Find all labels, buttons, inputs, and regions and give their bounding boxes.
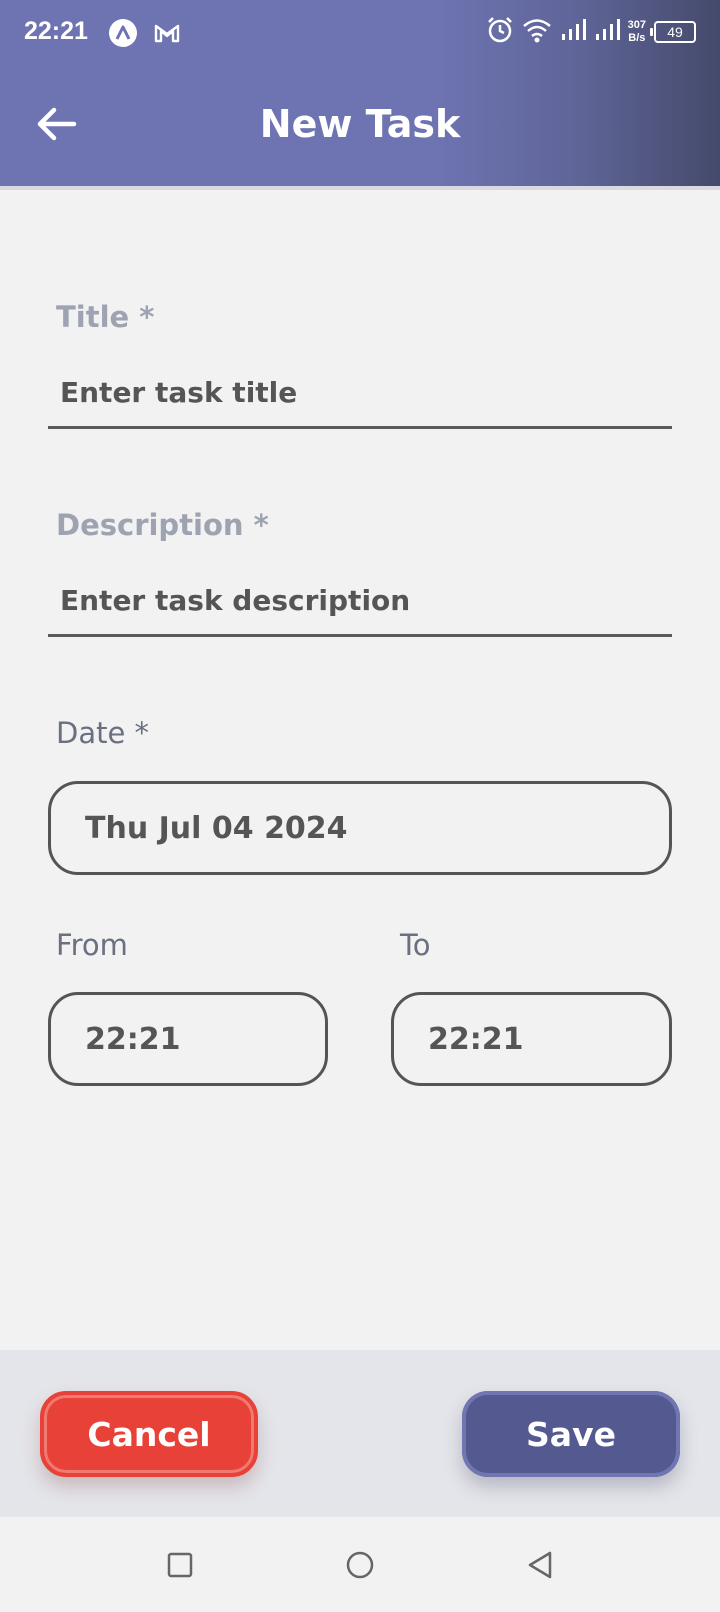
to-time-value: 22:21	[428, 1021, 524, 1057]
signal-icon	[560, 18, 586, 46]
status-time: 22:21	[24, 17, 88, 45]
page-title: New Task	[259, 102, 461, 146]
date-label: Date *	[56, 716, 150, 750]
recents-button[interactable]	[162, 1547, 198, 1583]
signal-icon-2	[594, 18, 620, 46]
to-time-field[interactable]: 22:21	[391, 992, 672, 1086]
date-field[interactable]: Thu Jul 04 2024	[48, 781, 672, 875]
description-label: Description *	[56, 508, 269, 542]
nav-back-button[interactable]	[522, 1547, 558, 1583]
app-header: 22:21 307 B/s 49 New Task	[0, 0, 720, 190]
from-time-field[interactable]: 22:21	[48, 992, 328, 1086]
cancel-button[interactable]: Cancel	[40, 1391, 258, 1477]
to-label: To	[400, 928, 431, 962]
alarm-icon	[486, 16, 514, 48]
home-button[interactable]	[342, 1547, 378, 1583]
description-input[interactable]	[48, 567, 672, 637]
network-speed: 307 B/s	[628, 19, 646, 45]
title-input[interactable]	[48, 359, 672, 429]
from-label: From	[56, 928, 128, 962]
save-button[interactable]: Save	[462, 1391, 680, 1477]
network-speed-unit: B/s	[628, 32, 646, 44]
wifi-icon	[522, 17, 552, 47]
gmail-icon	[152, 18, 182, 52]
status-icons-left	[108, 18, 182, 52]
status-bar: 22:21 307 B/s 49	[0, 0, 720, 66]
save-button-label: Save	[526, 1414, 616, 1454]
home-circle-icon	[342, 1551, 378, 1587]
back-triangle-icon	[522, 1551, 558, 1587]
cancel-button-label: Cancel	[87, 1414, 211, 1454]
status-icons-right: 307 B/s 49	[486, 16, 696, 48]
from-time-value: 22:21	[85, 1021, 181, 1057]
recents-square-icon	[162, 1552, 198, 1587]
app-a-icon	[108, 18, 138, 52]
battery-indicator: 49	[650, 21, 696, 43]
network-speed-value: 307	[627, 19, 646, 31]
date-value: Thu Jul 04 2024	[85, 810, 348, 846]
title-label: Title *	[56, 300, 155, 334]
